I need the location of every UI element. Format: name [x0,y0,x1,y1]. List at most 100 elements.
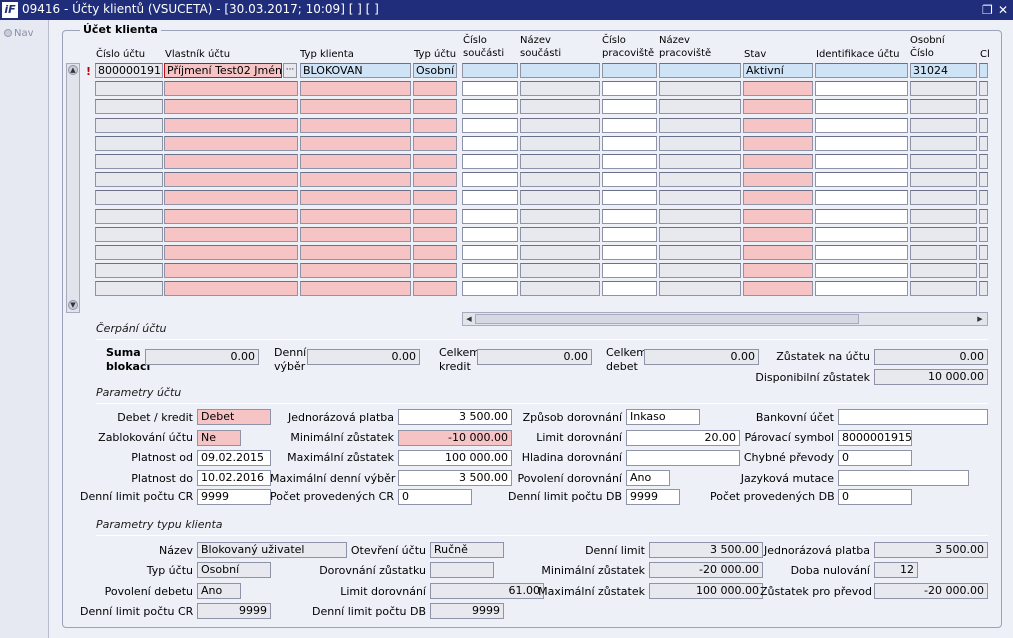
grid-cell[interactable] [815,245,908,260]
grid-cell[interactable] [659,118,741,133]
grid-cell[interactable] [95,245,163,260]
grid-cell[interactable] [95,190,163,205]
grid-cell[interactable] [659,227,741,242]
restore-icon[interactable]: ❐ [982,2,993,18]
grid-cell[interactable] [910,172,977,187]
cell-typ-uctu[interactable]: Osobní [413,63,457,78]
max-denni-vyber-field[interactable]: 3 500.00 [398,470,512,486]
grid-cell[interactable] [602,263,657,278]
grid-cell[interactable] [462,263,518,278]
grid-cell[interactable] [602,172,657,187]
grid-cell[interactable] [520,136,600,151]
grid-cell[interactable] [95,209,163,224]
grid-cell[interactable] [520,227,600,242]
grid-cell[interactable] [979,81,988,96]
zpusob-field[interactable]: Inkaso [626,409,700,425]
grid-cell[interactable] [520,281,600,296]
typ-povoleni-debetu-field[interactable]: Ano [197,583,241,599]
grid-cell[interactable] [910,136,977,151]
grid-cell[interactable] [164,245,298,260]
grid-cell[interactable] [743,81,813,96]
grid-cell[interactable] [910,154,977,169]
cell-identifikace-uctu[interactable] [815,63,908,78]
grid-cell[interactable] [815,99,908,114]
grid-cell[interactable] [910,190,977,205]
typ-denni-limit-field[interactable]: 3 500.00 [649,542,763,558]
grid-cell[interactable] [300,209,411,224]
grid-cell[interactable] [979,118,988,133]
grid-cell[interactable] [910,281,977,296]
grid-cell[interactable] [462,81,518,96]
grid-cell[interactable] [413,118,457,133]
grid-cell[interactable] [815,190,908,205]
grid-cell[interactable] [95,154,163,169]
grid-cell[interactable] [815,172,908,187]
grid-cell[interactable] [462,227,518,242]
grid-cell[interactable] [815,263,908,278]
denni-limit-cr-field[interactable]: 9999 [197,489,271,505]
grid-cell[interactable] [95,172,163,187]
grid-cell[interactable] [300,281,411,296]
denni-limit-db-field[interactable]: 9999 [626,489,680,505]
grid-cell[interactable] [659,136,741,151]
grid-cell[interactable] [602,245,657,260]
zablokovani-field[interactable]: Ne [197,430,241,446]
grid-cell[interactable] [979,172,988,187]
typ-max-zustatek-field[interactable]: 100 000.00 [649,583,763,599]
grid-cell[interactable] [462,209,518,224]
grid-cell[interactable] [743,118,813,133]
jazykova-field[interactable] [838,470,969,486]
grid-cell[interactable] [602,81,657,96]
grid-cell[interactable] [520,154,600,169]
grid-cell[interactable] [602,154,657,169]
jednorazova-field[interactable]: 3 500.00 [398,409,512,425]
grid-cell[interactable] [659,99,741,114]
grid-cell[interactable] [743,227,813,242]
disponibilni-field[interactable]: 10 000.00 [874,369,988,385]
grid-cell[interactable] [95,81,163,96]
grid-cell[interactable] [602,136,657,151]
grid-cell[interactable] [520,190,600,205]
grid-cell[interactable] [910,227,977,242]
grid-cell[interactable] [979,99,988,114]
grid-cell[interactable] [413,227,457,242]
grid-cell[interactable] [164,172,298,187]
grid-cell[interactable] [743,136,813,151]
grid-cell[interactable] [462,154,518,169]
grid-cell[interactable] [979,245,988,260]
grid-cell[interactable] [164,263,298,278]
grid-cell[interactable] [910,209,977,224]
grid-cell[interactable] [659,190,741,205]
cell-nazev-pracoviste[interactable] [659,63,741,78]
grid-cell[interactable] [462,99,518,114]
hladina-field[interactable] [626,450,740,466]
grid-cell[interactable] [462,245,518,260]
grid-cell[interactable] [659,209,741,224]
povoleni-dorovnani-field[interactable]: Ano [626,470,670,486]
grid-cell[interactable] [520,81,600,96]
grid-cell[interactable] [300,172,411,187]
grid-cell[interactable] [95,263,163,278]
grid-cell[interactable] [743,172,813,187]
chybne-field[interactable]: 0 [838,450,912,466]
lookup-ellipsis-button[interactable]: ··· [283,63,297,78]
grid-cell[interactable] [164,154,298,169]
close-icon[interactable]: ✕ [998,2,1008,18]
grid-cell[interactable] [462,190,518,205]
grid-cell[interactable] [164,227,298,242]
grid-cell[interactable] [815,118,908,133]
grid-cell[interactable] [95,227,163,242]
min-zustatek-field[interactable]: -10 000.00 [398,430,512,446]
platnost-od-field[interactable]: 09.02.2015 [197,450,271,466]
grid-cell[interactable] [413,136,457,151]
cell-stav[interactable]: Aktivní [743,63,813,78]
grid-cell[interactable] [413,281,457,296]
cell-osobni-cislo[interactable]: 31024 [910,63,977,78]
grid-horizontal-scrollbar[interactable]: ◀ ▶ [462,312,988,326]
denni-vyber-field[interactable]: 0.00 [307,349,420,365]
grid-cell[interactable] [659,172,741,187]
grid-cell[interactable] [413,81,457,96]
grid-cell[interactable] [164,190,298,205]
grid-cell[interactable] [520,209,600,224]
grid-cell[interactable] [300,99,411,114]
